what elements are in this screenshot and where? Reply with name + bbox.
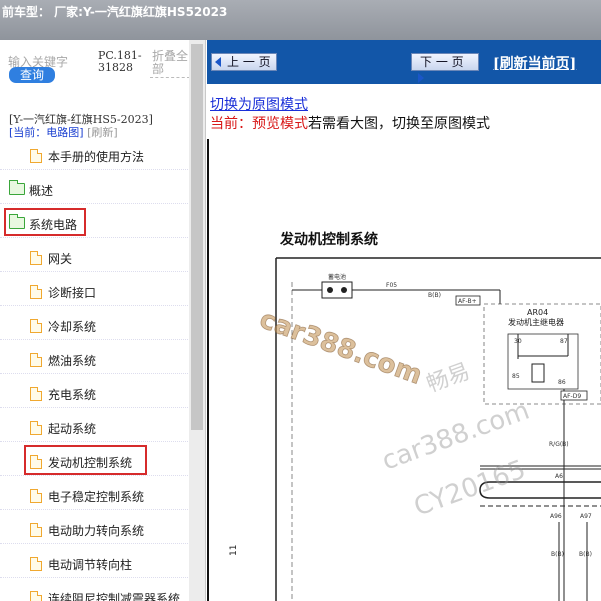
- battery-terminal: [327, 287, 333, 293]
- relay-coil: [531, 363, 545, 383]
- pin-label: A96: [550, 513, 562, 520]
- tree-item-label: 连续阻尼控制减震器系统: [48, 592, 181, 601]
- connector-afd9-label: AF-D9: [563, 393, 581, 400]
- search-button[interactable]: 查询: [9, 67, 55, 83]
- document-icon: [30, 523, 42, 537]
- divider: [0, 203, 190, 204]
- tree-item-label: 冷却系统: [48, 320, 97, 334]
- tree-item-label: 本手册的使用方法: [48, 150, 145, 164]
- tree-item-label: 电子稳定控制系统: [48, 490, 145, 504]
- divider: [0, 577, 190, 578]
- ecu-body: [479, 481, 601, 499]
- tree-item-label: 燃油系统: [48, 354, 97, 368]
- document-icon: [30, 557, 42, 571]
- tree-item-label: 网关: [48, 252, 73, 266]
- divider: [0, 169, 190, 170]
- divider: [0, 543, 190, 544]
- sidebar: 输入关键字 查询 PC.181-31828 折叠全部 [Y-一汽红旗-红旗HS5…: [0, 40, 206, 601]
- divider: [0, 475, 190, 476]
- document-icon: [30, 285, 42, 299]
- pin-label: A6: [555, 473, 563, 480]
- fuse-label: F05: [386, 282, 397, 289]
- next-page-label: 下 一 页: [420, 55, 464, 69]
- tree-item-label: 诊断接口: [48, 286, 97, 300]
- highlight-box: [4, 208, 86, 236]
- document-icon: [30, 353, 42, 367]
- refresh-page-link[interactable]: [刷新当前页]: [493, 53, 576, 73]
- breadcrumb-current: [当前：电路图] [刷新]: [9, 124, 118, 140]
- sidebar-scrollbar[interactable]: [189, 40, 205, 601]
- highlight-box: [24, 445, 147, 475]
- fold-all-link[interactable]: 折叠全部: [152, 50, 192, 76]
- tree-item-label: 电动调节转向柱: [48, 558, 133, 572]
- wire-color-label: B(B): [428, 292, 441, 299]
- watermark: car388.com: [378, 396, 533, 477]
- document-icon: [30, 387, 42, 401]
- battery-terminal: [341, 287, 347, 293]
- divider: [0, 407, 190, 408]
- divider: [0, 441, 190, 442]
- pc-code: PC.181-31828: [98, 49, 142, 74]
- wire-color-label: R/G(B): [549, 441, 569, 448]
- relay-name: 发动机主继电器: [508, 317, 564, 327]
- document-icon: [30, 489, 42, 503]
- mode-current: 当前：预览模式: [210, 116, 308, 132]
- battery-symbol: [321, 281, 353, 299]
- document-icon: [30, 319, 42, 333]
- pin-label: 86: [558, 379, 566, 386]
- divider: [0, 509, 190, 510]
- diagram-title: 发动机控制系统: [279, 231, 378, 248]
- content-pane: 切换为原图模式 当前：预览模式若需看大图，切换至原图模式 发动机控制系统 蓄电池…: [207, 84, 601, 601]
- document-icon: [30, 149, 42, 163]
- refresh-link[interactable]: [刷新]: [87, 126, 118, 139]
- pin-label: 87: [560, 338, 568, 345]
- wire-color-label: B(B): [551, 551, 564, 558]
- watermark: 畅易: [424, 359, 474, 398]
- pin-label: A97: [580, 513, 592, 520]
- pin-label: 85: [512, 373, 520, 380]
- side-mark: 11: [229, 545, 239, 556]
- next-page-button[interactable]: 下 一 页: [411, 53, 479, 83]
- arrow-left-icon: [215, 57, 221, 67]
- divider: [0, 339, 190, 340]
- connector-afb-label: AF-B+: [458, 298, 477, 305]
- battery-label: 蓄电池: [328, 273, 346, 281]
- divider: [0, 373, 190, 374]
- divider: [0, 305, 190, 306]
- vehicle-title: 前车型： 厂家:Y-一汽红旗红旗HS52023: [2, 5, 228, 19]
- watermark: CY20165: [410, 455, 530, 523]
- current-section: [当前：电路图]: [9, 126, 84, 139]
- folder-icon: [9, 180, 25, 195]
- switch-original-link[interactable]: 切换为原图模式: [210, 94, 308, 114]
- document-icon: [30, 421, 42, 435]
- tree-item-label: 电动助力转向系统: [48, 524, 145, 538]
- mode-status: 当前：预览模式若需看大图，切换至原图模式: [210, 113, 490, 133]
- tree-item-label: 起动系统: [48, 422, 97, 436]
- wiring-diagram: 发动机控制系统 蓄电池 F05 B(B) AF-B+ AR04 发动机主继电器 …: [229, 231, 601, 601]
- mode-hint: 若需看大图，切换至原图模式: [308, 116, 490, 132]
- pane-border: [207, 139, 209, 601]
- tree-item-label: 概述: [29, 184, 54, 198]
- divider: [150, 77, 190, 78]
- page-toolbar: 上 一 页 下 一 页 [刷新当前页]: [207, 40, 601, 84]
- tree-item-label: 充电系统: [48, 388, 97, 402]
- divider: [0, 237, 190, 238]
- arrow-right-icon: [418, 73, 424, 83]
- top-title-bar: 前车型： 厂家:Y-一汽红旗红旗HS52023: [0, 0, 601, 40]
- document-icon: [30, 251, 42, 265]
- prev-page-button[interactable]: 上 一 页: [211, 53, 277, 71]
- wire-color-label: B(B): [579, 551, 592, 558]
- document-icon: [30, 591, 42, 601]
- scrollbar-thumb[interactable]: [191, 44, 203, 430]
- divider: [0, 271, 190, 272]
- watermark: car388.com: [256, 304, 426, 390]
- prev-page-label: 上 一 页: [227, 55, 271, 69]
- relay-id: AR04: [527, 308, 548, 317]
